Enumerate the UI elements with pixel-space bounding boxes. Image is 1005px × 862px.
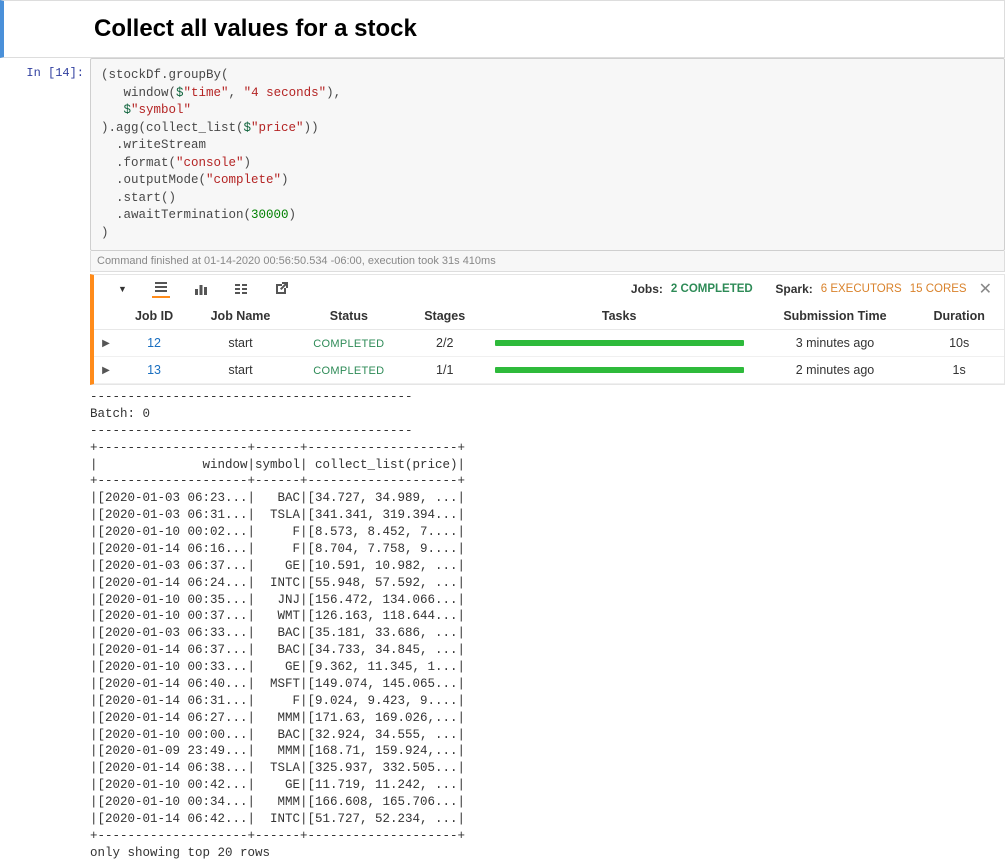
table-view-icon[interactable] — [232, 280, 250, 298]
table-row: ▶13startCOMPLETED1/1 2 minutes ago1s — [94, 357, 1004, 384]
job-name: start — [190, 330, 291, 357]
job-stages: 1/1 — [407, 357, 483, 384]
cell-prompt: In [14]: — [0, 58, 90, 80]
job-toolbar: Jobs: 2 COMPLETED Spark: 6 EXECUTORS 15 … — [94, 275, 1004, 299]
code-editor[interactable]: (stockDf.groupBy( window($"time", "4 sec… — [90, 58, 1005, 251]
list-view-icon[interactable] — [152, 280, 170, 298]
job-name: start — [190, 357, 291, 384]
jobs-label: Jobs: — [631, 282, 663, 296]
executors-count: 6 EXECUTORS — [821, 283, 902, 295]
job-id[interactable]: 13 — [118, 357, 190, 384]
column-header[interactable]: Duration — [914, 303, 1004, 330]
markdown-cell: Collect all values for a stock — [0, 0, 1005, 58]
job-status: COMPLETED — [291, 330, 407, 357]
close-icon[interactable]: ✕ — [975, 279, 996, 299]
popout-icon[interactable] — [272, 280, 290, 298]
column-header[interactable]: Job Name — [190, 303, 291, 330]
job-status: COMPLETED — [291, 357, 407, 384]
job-tasks — [483, 357, 756, 384]
column-header[interactable]: Status — [291, 303, 407, 330]
job-submission: 2 minutes ago — [756, 357, 915, 384]
job-stages: 2/2 — [407, 330, 483, 357]
jobs-table: Job IDJob NameStatusStagesTasksSubmissio… — [94, 303, 1004, 384]
job-duration: 10s — [914, 330, 1004, 357]
table-row: ▶12startCOMPLETED2/2 3 minutes ago10s — [94, 330, 1004, 357]
expand-toggle-icon[interactable] — [112, 280, 130, 298]
job-tasks — [483, 330, 756, 357]
job-id[interactable]: 12 — [118, 330, 190, 357]
column-header[interactable]: Stages — [407, 303, 483, 330]
cores-count: 15 CORES — [910, 283, 967, 295]
spark-label: Spark: — [775, 282, 812, 296]
column-header[interactable]: Submission Time — [756, 303, 915, 330]
section-title: Collect all values for a stock — [94, 15, 988, 43]
code-cell: In [14]: (stockDf.groupBy( window($"time… — [0, 58, 1005, 862]
column-header[interactable]: Tasks — [483, 303, 756, 330]
job-submission: 3 minutes ago — [756, 330, 915, 357]
bar-chart-icon[interactable] — [192, 280, 210, 298]
expand-row-icon[interactable]: ▶ — [94, 357, 118, 384]
exec-status: Command finished at 01-14-2020 00:56:50.… — [90, 251, 1005, 272]
spark-job-panel: Jobs: 2 COMPLETED Spark: 6 EXECUTORS 15 … — [90, 274, 1005, 385]
jobs-completed-count: 2 COMPLETED — [671, 283, 753, 295]
job-duration: 1s — [914, 357, 1004, 384]
console-output: ----------------------------------------… — [90, 389, 1005, 862]
column-header[interactable]: Job ID — [118, 303, 190, 330]
expand-row-icon[interactable]: ▶ — [94, 330, 118, 357]
